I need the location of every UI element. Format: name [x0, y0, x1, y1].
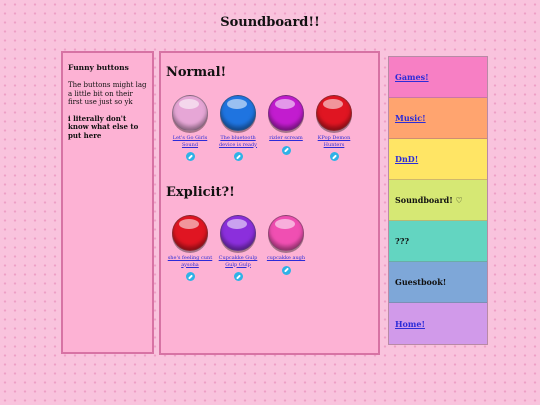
sound-link[interactable]: The bluetooth device is ready — [213, 135, 263, 148]
sound-item: rizler scream — [261, 95, 311, 155]
sound-button-kpop-demon-hunters[interactable] — [316, 95, 352, 131]
nav-mystery: ??? — [389, 221, 487, 262]
nav-music[interactable]: Music! — [389, 98, 487, 139]
sound-button-gulp[interactable] — [220, 215, 256, 251]
link-icon[interactable] — [281, 265, 291, 275]
sound-button-feeling[interactable] — [172, 215, 208, 251]
sound-button-augh[interactable] — [268, 215, 304, 251]
sound-item: KPop Demon Hunters — [309, 95, 359, 161]
link-icon[interactable] — [233, 152, 243, 161]
sound-button-lets-go-girls[interactable] — [172, 95, 208, 131]
link-icon[interactable] — [281, 145, 291, 155]
sound-item: Cupcakke Gulp Gulp Gulp — [213, 215, 263, 281]
soundboard-panel: Normal! Let's Go Girls Sound The bluetoo… — [159, 51, 380, 355]
nav-soundboard: Soundboard! ♡ — [389, 180, 487, 221]
page-title: Soundboard!! — [220, 15, 320, 30]
sound-link[interactable]: she's feeling cunt aysoha — [165, 255, 215, 268]
nav-games[interactable]: Games! — [389, 57, 487, 98]
sound-button-rizler-scream[interactable] — [268, 95, 304, 131]
sound-item: cupcakke augh — [261, 215, 311, 275]
normal-section-title: Normal! — [166, 65, 227, 80]
sound-link[interactable]: cupcakke augh — [261, 255, 311, 262]
nav-home[interactable]: Home! — [389, 303, 487, 344]
sidebar-heading: Funny buttons — [68, 63, 129, 72]
link-icon[interactable] — [185, 152, 195, 161]
sound-link[interactable]: Let's Go Girls Sound — [165, 135, 215, 148]
site-nav: Games! Music! DnD! Soundboard! ♡ ??? Gue… — [388, 56, 488, 345]
sound-link[interactable]: KPop Demon Hunters — [309, 135, 359, 148]
nav-dnd[interactable]: DnD! — [389, 139, 487, 180]
sound-item: Let's Go Girls Sound — [165, 95, 215, 161]
sidebar-note: The buttons might lag a little bit on th… — [68, 81, 147, 106]
sound-item: The bluetooth device is ready — [213, 95, 263, 161]
sidebar-bold-note: i literally don't know what else to put … — [68, 113, 139, 140]
sound-item: she's feeling cunt aysoha — [165, 215, 215, 281]
sound-link[interactable]: rizler scream — [261, 135, 311, 142]
link-icon[interactable] — [233, 272, 243, 281]
info-sidebar: Funny buttons The buttons might lag a li… — [61, 51, 154, 354]
sound-button-bluetooth[interactable] — [220, 95, 256, 131]
link-icon[interactable] — [185, 272, 195, 281]
explicit-section-title: Explicit?! — [166, 185, 235, 200]
nav-guestbook: Guestbook! — [389, 262, 487, 303]
sound-link[interactable]: Cupcakke Gulp Gulp Gulp — [213, 255, 263, 268]
link-icon[interactable] — [329, 152, 339, 161]
